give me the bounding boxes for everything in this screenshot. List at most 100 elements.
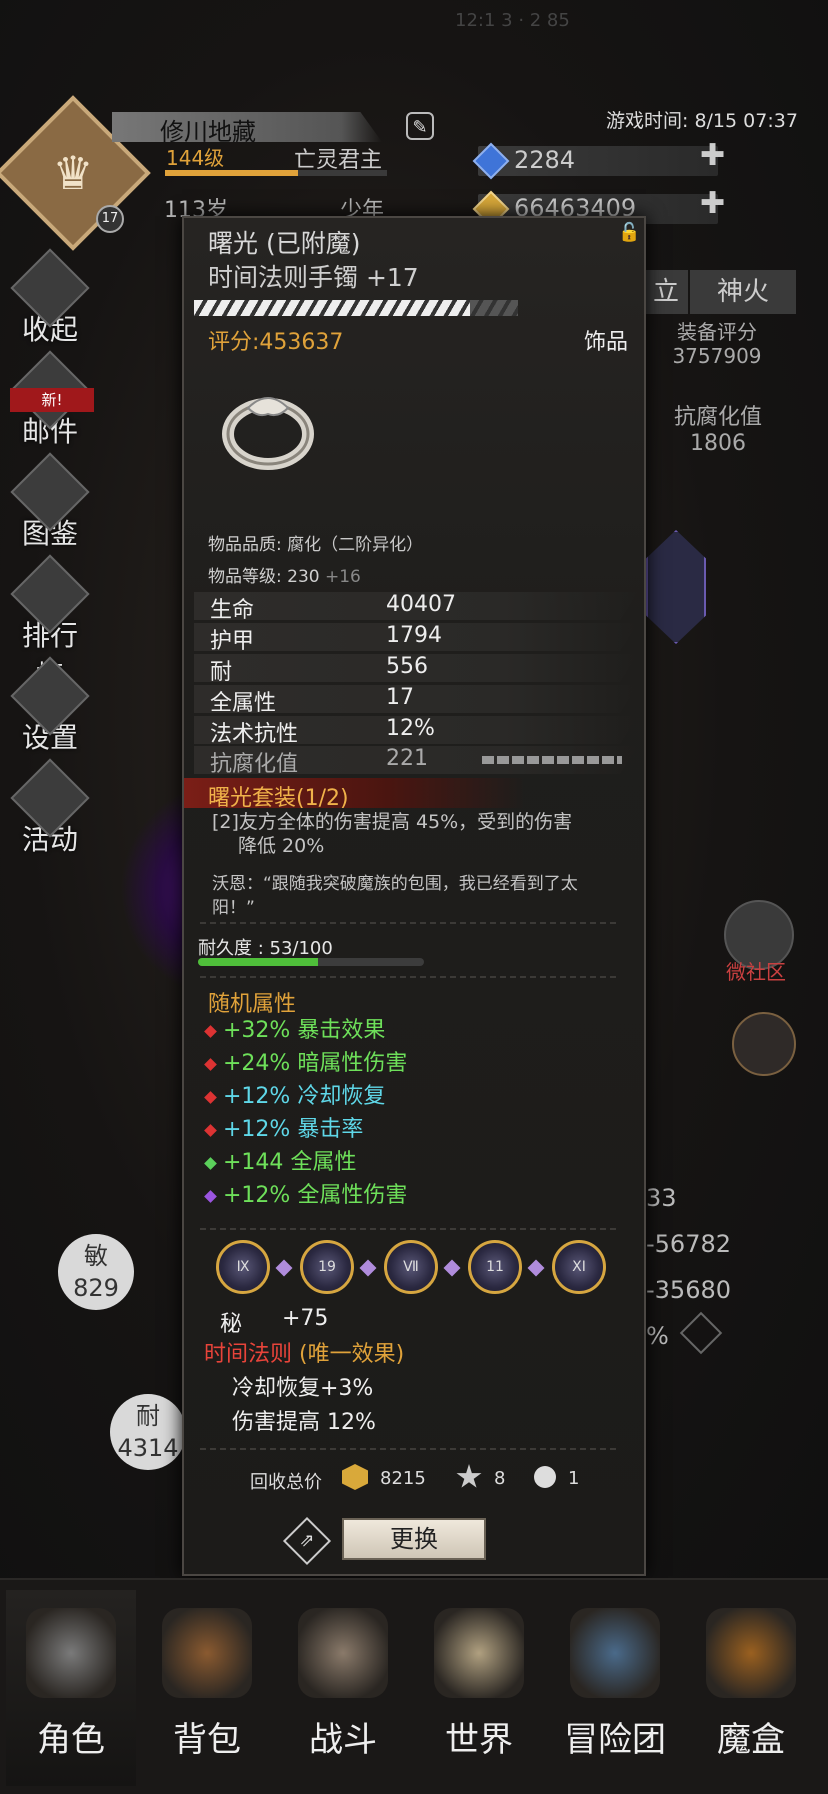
divider (200, 1228, 620, 1230)
add-gold-button[interactable]: ✚ (700, 186, 725, 221)
menu-collapse[interactable]: 收起 (10, 248, 90, 348)
divider (200, 1448, 620, 1450)
nav-label: 世界 (445, 1720, 513, 1760)
affix-value: +12% (223, 1183, 291, 1208)
law-name: 时间法则 (204, 1342, 293, 1367)
gem-socket[interactable]: 19 (300, 1240, 354, 1294)
stat-circle-value: 4314 (117, 1434, 179, 1462)
item-level: 物品等级: 230 +16 (208, 562, 361, 587)
stat-name: 抗腐化值 (210, 752, 299, 777)
item-quality-label: 物品品质: (208, 535, 288, 555)
nav-label: 冒险团 (564, 1720, 666, 1760)
stat-name: 法术抗性 (210, 722, 299, 747)
item-level-bonus: +16 (324, 567, 361, 587)
stat-value: 17 (386, 685, 414, 710)
secret-value: +75 (282, 1306, 329, 1331)
gem-socket[interactable]: Ⅶ (384, 1240, 438, 1294)
durability-bar (198, 958, 424, 966)
affix-value: +144 (223, 1150, 284, 1175)
player-level: 144级 (166, 146, 225, 170)
tab-divine-fire[interactable]: 神火 (690, 270, 796, 314)
secret-label: 秘 (220, 1312, 243, 1337)
xp-fill (165, 170, 299, 176)
ring-icon (222, 397, 314, 470)
edit-icon[interactable]: ✎ (406, 112, 434, 140)
item-quality-value: 腐化（二阶异化） (287, 535, 424, 555)
replace-button[interactable]: 更换 (342, 1518, 486, 1560)
affix-bullet-icon (204, 1090, 217, 1104)
law-effect: 伤害提高 12% (232, 1410, 376, 1435)
nav-label: 魔盒 (717, 1720, 785, 1760)
status-bar: 12:1 3 · 2 85 (455, 10, 570, 31)
gem-socket[interactable]: Ⅸ (216, 1240, 270, 1294)
equip-score-label: 装备评分 (677, 320, 757, 344)
community-label[interactable]: 微社区 (726, 956, 786, 985)
helmet-badge-icon[interactable] (732, 1012, 796, 1076)
nav-label: 背包 (173, 1720, 241, 1760)
gem-socket[interactable]: 11 (468, 1240, 522, 1294)
gem-socket[interactable]: ⅩⅠ (552, 1240, 606, 1294)
stat-circle-value: 829 (73, 1274, 119, 1302)
nav-tab-1[interactable]: 背包 (142, 1590, 272, 1786)
stat-value: -56782 (646, 1230, 732, 1258)
recycle-crystal: 8 (494, 1468, 506, 1489)
divider (200, 922, 620, 924)
affix-bullet-icon (204, 1057, 217, 1071)
corruption-resist: 抗腐化值 1806 (660, 405, 776, 457)
tab-partial[interactable]: 立 (644, 270, 688, 314)
law-effect: 冷却恢复+3% (232, 1376, 374, 1401)
durability-text: 耐久度 : 53/100 (198, 938, 333, 959)
set-desc-line: [2]友方全体的伤害提高 45%，受到的伤害 (212, 811, 573, 833)
affix-value: +12% (223, 1117, 291, 1142)
recycle-gold: 8215 (380, 1468, 426, 1489)
stat-value: 12% (386, 716, 435, 741)
stat-value: 221 (386, 746, 428, 771)
set-desc-line: 降低 20% (238, 835, 325, 857)
recycle-label: 回收总价 (250, 1472, 322, 1493)
set-title: 曙光套装(1/2) (208, 786, 349, 811)
stat-value: 40407 (386, 592, 456, 617)
nav-tab-4[interactable]: 冒险团 (550, 1590, 680, 1786)
shield-sword-icon (298, 1608, 388, 1698)
magic-box-icon (706, 1608, 796, 1698)
affix-bullet-icon (204, 1024, 217, 1038)
nav-tab-5[interactable]: 魔盒 (686, 1590, 816, 1786)
game-time: 游戏时间: 8/15 07:37 (606, 110, 798, 132)
durability-fill (198, 958, 318, 966)
nav-tab-3[interactable]: 世界 (414, 1590, 544, 1786)
stat-value: 556 (386, 654, 428, 679)
nav-tab-0[interactable]: 角色 (6, 1590, 136, 1786)
nav-tab-2[interactable]: 战斗 (278, 1590, 408, 1786)
divider (200, 976, 620, 978)
affix-name: 全属性伤害 (297, 1183, 408, 1208)
blue-gem-value: 2284 (514, 146, 576, 174)
share-icon: ⇗ (299, 1530, 315, 1551)
new-badge: 新! (10, 388, 94, 412)
add-blue-gem-button[interactable]: ✚ (700, 138, 725, 173)
crown-skull-icon: ♛ (52, 146, 94, 200)
affix-line: +12% 暴击率 (204, 1111, 364, 1143)
stat-name: 耐 (210, 660, 233, 685)
item-slot: 饰品 (584, 330, 629, 355)
item-level-label: 物品等级: 230 (208, 567, 325, 587)
helmet-icon (26, 1608, 116, 1698)
item-base-name: 时间法则手镯 +17 (208, 263, 419, 292)
stat-value: 33 (646, 1184, 677, 1212)
affix-bullet-icon (204, 1123, 217, 1137)
menu-settings[interactable]: 设置 (10, 656, 90, 756)
menu-codex[interactable]: 图鉴 (10, 452, 90, 552)
xp-bar (165, 170, 387, 176)
item-quality: 物品品质: 腐化（二阶异化） (208, 530, 423, 555)
menu-events[interactable]: 活动 (10, 758, 90, 858)
affix-line: +24% 暗属性伤害 (204, 1045, 407, 1077)
scroll-map-icon (434, 1608, 524, 1698)
equip-score: 装备评分 3757909 (662, 320, 772, 368)
lock-icon[interactable]: 🔓 (618, 222, 640, 243)
corruption-pips (482, 756, 622, 764)
nav-label: 角色 (37, 1720, 105, 1760)
affix-name: 冷却恢复 (297, 1084, 386, 1109)
affix-value: +32% (223, 1018, 291, 1043)
affix-line: +12% 全属性伤害 (204, 1177, 408, 1209)
affix-value: +24% (223, 1051, 291, 1076)
affix-name: 暴击率 (297, 1117, 364, 1142)
